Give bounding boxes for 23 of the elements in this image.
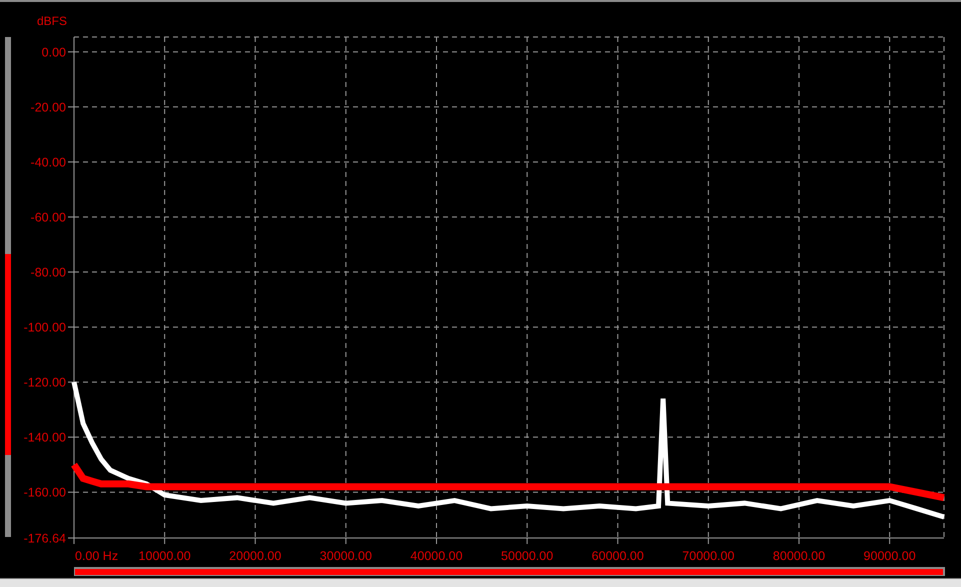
x-tick-label: 90000.00 <box>864 549 916 563</box>
y-tick-label: -140.00 <box>24 430 66 445</box>
x-tick-label: 0.00 Hz <box>75 549 118 563</box>
x-tick-label: 10000.00 <box>138 549 191 563</box>
y-tick-label: 0.00 <box>42 45 66 60</box>
y-tick-label: -40.00 <box>30 155 66 170</box>
x-tick-label: 50000.00 <box>501 549 554 563</box>
y-tick-label: -160.00 <box>24 486 66 500</box>
y-tick-label: -60.00 <box>30 210 66 224</box>
horizontal-scrollbar[interactable] <box>74 567 945 576</box>
y-tick-label: -80.00 <box>30 266 66 280</box>
y-tick-label: -120.00 <box>24 376 66 390</box>
x-tick-label: 20000.00 <box>229 549 282 563</box>
y-axis-label: dBFS <box>37 14 68 28</box>
x-tick-label: 60000.00 <box>592 549 644 563</box>
x-tick-label: 40000.00 <box>410 549 463 563</box>
x-tick-label: 80000.00 <box>772 549 826 563</box>
y-tick-label: -20.00 <box>30 100 66 114</box>
x-tick-label: 70000.00 <box>682 549 734 563</box>
vertical-scrollbar[interactable] <box>5 37 11 537</box>
y-tick-label: -176.64 <box>24 532 66 546</box>
y-tick-label: -100.00 <box>24 320 66 335</box>
x-tick-label: 30000.00 <box>320 549 372 563</box>
